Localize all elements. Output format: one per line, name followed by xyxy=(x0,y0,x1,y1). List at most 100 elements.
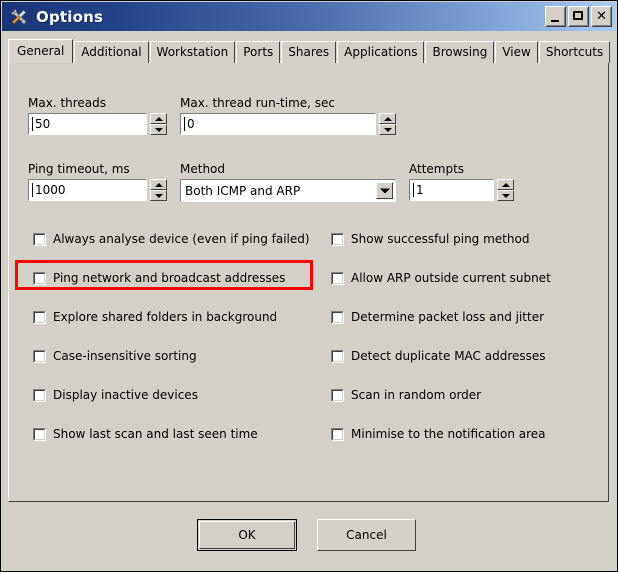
tab-ports[interactable]: Ports xyxy=(236,41,281,63)
method-select[interactable]: Both ICMP and ARP xyxy=(180,179,396,202)
checkbox-box[interactable] xyxy=(331,427,344,441)
checkbox-label: Detect duplicate MAC addresses xyxy=(351,349,546,363)
close-button[interactable]: ✕ xyxy=(591,6,612,27)
checkbox-label: Scan in random order xyxy=(351,388,482,402)
text-caret xyxy=(32,117,33,131)
attempts-label: Attempts xyxy=(409,162,465,176)
max-threads-value: 50 xyxy=(35,117,51,131)
general-tab-panel: Max. threads 50 Max. thread run-time, se… xyxy=(8,62,609,502)
checkbox-label: Determine packet loss and jitter xyxy=(351,310,545,324)
max-thread-runtime-value: 0 xyxy=(187,117,195,131)
ok-button-label: OK xyxy=(238,528,256,542)
title-bar: Options ✕ xyxy=(2,2,616,31)
checkbox-show-last-scan-and-last-seen-time[interactable]: Show last scan and last seen time xyxy=(33,426,258,442)
checkbox-case-insensitive-sorting[interactable]: Case-insensitive sorting xyxy=(33,348,197,364)
tab-shortcuts[interactable]: Shortcuts xyxy=(538,41,611,63)
checkbox-box[interactable] xyxy=(33,232,46,246)
tab-label: Shortcuts xyxy=(545,45,604,59)
tab-shares[interactable]: Shares xyxy=(281,41,337,63)
caret-up-icon xyxy=(154,116,163,121)
text-caret xyxy=(32,183,33,197)
ok-button[interactable]: OK xyxy=(197,519,297,551)
checkbox-show-successful-ping-method[interactable]: Show successful ping method xyxy=(331,231,529,247)
maximize-button[interactable] xyxy=(568,6,589,27)
max-thread-runtime-spin-down[interactable] xyxy=(379,124,396,135)
max-thread-runtime-label: Max. thread run-time, sec xyxy=(180,96,336,110)
checkbox-label: Always analyse device (even if ping fail… xyxy=(53,232,310,246)
checkbox-box[interactable] xyxy=(331,232,344,246)
ping-timeout-spin-down[interactable] xyxy=(150,190,167,201)
caret-down-icon xyxy=(383,127,392,132)
ping-timeout-spinner[interactable] xyxy=(150,179,167,201)
minimize-button[interactable] xyxy=(545,6,566,27)
checkbox-determine-packet-loss-and-jitter[interactable]: Determine packet loss and jitter xyxy=(331,309,544,325)
max-thread-runtime-spinner[interactable] xyxy=(379,113,396,135)
checkbox-minimise-to-the-notification-area[interactable]: Minimise to the notification area xyxy=(331,426,546,442)
tab-label: General xyxy=(17,44,65,58)
caret-down-icon xyxy=(154,193,163,198)
minimize-icon xyxy=(551,20,559,22)
text-caret xyxy=(184,117,185,131)
checkbox-box[interactable] xyxy=(33,310,46,324)
checkbox-box[interactable] xyxy=(33,271,46,285)
ping-timeout-value: 1000 xyxy=(35,183,66,197)
checkbox-label: Show successful ping method xyxy=(351,232,530,246)
checkbox-box[interactable] xyxy=(331,310,344,324)
chevron-down-icon[interactable] xyxy=(376,182,393,199)
attempts-spin-down[interactable] xyxy=(497,190,514,201)
checkbox-display-inactive-devices[interactable]: Display inactive devices xyxy=(33,387,198,403)
checkbox-box[interactable] xyxy=(331,271,344,285)
checkbox-box[interactable] xyxy=(33,388,46,402)
tab-additional[interactable]: Additional xyxy=(74,41,149,63)
checkbox-allow-arp-outside-current-subnet[interactable]: Allow ARP outside current subnet xyxy=(331,270,551,286)
max-threads-input[interactable]: 50 xyxy=(28,113,147,135)
cancel-button[interactable]: Cancel xyxy=(317,519,416,551)
method-value: Both ICMP and ARP xyxy=(185,183,301,198)
max-thread-runtime-input[interactable]: 0 xyxy=(180,113,376,135)
checkbox-detect-duplicate-mac-addresses[interactable]: Detect duplicate MAC addresses xyxy=(331,348,546,364)
max-threads-spin-down[interactable] xyxy=(150,124,167,135)
max-thread-runtime-spin-up[interactable] xyxy=(379,113,396,124)
attempts-spin-up[interactable] xyxy=(497,179,514,190)
tab-browsing[interactable]: Browsing xyxy=(425,41,495,63)
checkbox-label: Display inactive devices xyxy=(53,388,198,402)
attempts-spinner[interactable] xyxy=(497,179,514,201)
tab-workstation[interactable]: Workstation xyxy=(149,41,236,63)
tab-general[interactable]: General xyxy=(8,39,74,63)
tab-applications[interactable]: Applications xyxy=(337,41,425,63)
attempts-input[interactable]: 1 xyxy=(409,179,494,201)
checkbox-ping-network-and-broadcast-addresses[interactable]: Ping network and broadcast addresses xyxy=(33,270,285,286)
close-icon: ✕ xyxy=(596,9,607,24)
tab-label: Shares xyxy=(288,45,330,59)
tab-label: Applications xyxy=(344,45,418,59)
maximize-icon xyxy=(573,11,583,20)
attempts-value: 1 xyxy=(416,183,424,197)
checkbox-explore-shared-folders-in-background[interactable]: Explore shared folders in background xyxy=(33,309,277,325)
tab-strip: General Additional Workstation Ports Sha… xyxy=(8,39,611,63)
checkbox-label: Explore shared folders in background xyxy=(53,310,278,324)
ping-timeout-input[interactable]: 1000 xyxy=(28,179,147,201)
ping-timeout-spin-up[interactable] xyxy=(150,179,167,190)
caret-down-icon xyxy=(501,193,510,198)
max-threads-spin-up[interactable] xyxy=(150,113,167,124)
checkbox-always-analyse-device[interactable]: Always analyse device (even if ping fail… xyxy=(33,231,310,247)
checkbox-box[interactable] xyxy=(331,349,344,363)
tab-label: Browsing xyxy=(432,45,488,59)
tab-view[interactable]: View xyxy=(495,41,538,63)
caret-down-icon xyxy=(154,127,163,132)
tab-label: Additional xyxy=(81,45,142,59)
window-controls: ✕ xyxy=(545,6,612,27)
checkbox-box[interactable] xyxy=(33,349,46,363)
caret-up-icon xyxy=(383,116,392,121)
caret-up-icon xyxy=(501,182,510,187)
tab-label: Ports xyxy=(243,45,274,59)
max-threads-spinner[interactable] xyxy=(150,113,167,135)
checkbox-label: Case-insensitive sorting xyxy=(53,349,197,363)
tab-label: View xyxy=(502,45,531,59)
ping-timeout-label: Ping timeout, ms xyxy=(28,162,130,176)
checkbox-box[interactable] xyxy=(331,388,344,402)
checkbox-box[interactable] xyxy=(33,427,46,441)
window-title: Options xyxy=(36,7,104,26)
checkbox-scan-in-random-order[interactable]: Scan in random order xyxy=(331,387,481,403)
checkbox-label: Allow ARP outside current subnet xyxy=(351,271,551,285)
